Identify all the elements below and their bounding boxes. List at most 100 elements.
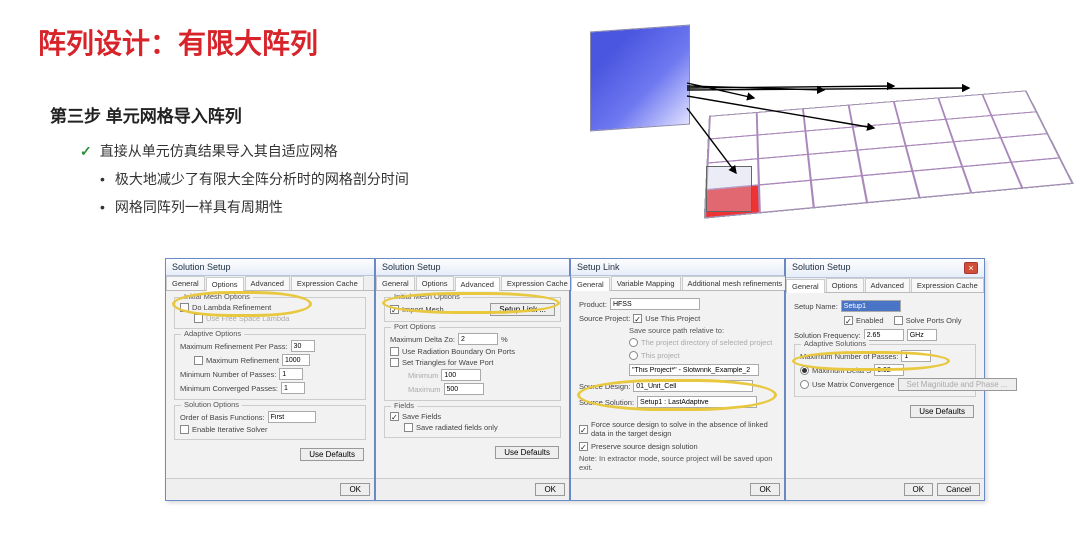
save-fields-label: Save Fields xyxy=(402,412,441,421)
tab-options[interactable]: Options xyxy=(206,277,244,291)
max-ref-label: Maximum Refinement Per Pass: xyxy=(180,342,288,351)
max-refinement-input[interactable] xyxy=(282,354,310,366)
use-defaults-button[interactable]: Use Defaults xyxy=(910,405,974,418)
rel-this-radio[interactable] xyxy=(629,351,638,360)
free-space-checkbox[interactable] xyxy=(194,314,203,323)
tab-general[interactable]: General xyxy=(571,277,610,291)
extractor-note: Note: In extractor mode, source project … xyxy=(579,454,776,472)
solve-ports-checkbox[interactable] xyxy=(894,316,903,325)
tab-general[interactable]: General xyxy=(376,276,415,290)
min-passes-input[interactable] xyxy=(279,368,303,380)
ok-button[interactable]: OK xyxy=(340,483,370,496)
rel-this-label: This project xyxy=(641,351,680,360)
tab-general[interactable]: General xyxy=(166,276,205,290)
max-delta-s-radio[interactable] xyxy=(800,366,809,375)
mesh-diagram xyxy=(574,28,1054,248)
do-lambda-checkbox[interactable] xyxy=(180,303,189,312)
use-defaults-button[interactable]: Use Defaults xyxy=(495,446,559,459)
product-select[interactable] xyxy=(610,298,700,310)
tab-exprcache[interactable]: Expression Cache xyxy=(291,276,364,290)
set-triangles-checkbox[interactable] xyxy=(390,358,399,367)
port-options-group: Port Options Maximum Delta Zo:% Use Radi… xyxy=(384,327,561,401)
set-mag-button: Set Magnitude and Phase ... xyxy=(898,378,1017,391)
sol-freq-unit[interactable] xyxy=(907,329,937,341)
tab-options[interactable]: Options xyxy=(416,276,454,290)
percent-label: % xyxy=(501,335,508,344)
src-design-label: Source Design: xyxy=(579,382,630,391)
setup-name-input[interactable] xyxy=(841,300,901,312)
save-rad-checkbox[interactable] xyxy=(404,423,413,432)
preserve-checkbox[interactable] xyxy=(579,442,588,451)
max-refinement-label: Maximum Refinement xyxy=(206,356,279,365)
max-refinement-checkbox[interactable] xyxy=(194,356,203,365)
set-triangles-label: Set Triangles for Wave Port xyxy=(402,358,493,367)
rad-boundary-checkbox[interactable] xyxy=(390,347,399,356)
use-matrix-radio[interactable] xyxy=(800,380,809,389)
ok-button[interactable]: OK xyxy=(904,483,934,496)
use-defaults-button[interactable]: Use Defaults xyxy=(300,448,364,461)
sol-freq-input[interactable] xyxy=(864,329,904,341)
tab-advanced[interactable]: Advanced xyxy=(865,278,910,292)
max-delta-zo-label: Maximum Delta Zo: xyxy=(390,335,455,344)
min-label: Minimum xyxy=(408,371,438,380)
iter-solver-checkbox[interactable] xyxy=(180,425,189,434)
tab-advanced[interactable]: Advanced xyxy=(245,276,290,290)
tab-bar: General Options Advanced Expression Cach… xyxy=(786,278,984,293)
dialog-title: Setup Link xyxy=(571,259,784,276)
import-mesh-checkbox[interactable] xyxy=(390,305,399,314)
tab-general[interactable]: General xyxy=(786,279,825,293)
ok-button[interactable]: OK xyxy=(535,483,565,496)
group-label: Adaptive Solutions xyxy=(801,339,869,348)
max-delta-s-label: Maximum Delta S xyxy=(812,366,871,375)
use-matrix-label: Use Matrix Convergence xyxy=(812,380,895,389)
tab-exprcache[interactable]: Expression Cache xyxy=(911,278,984,292)
src-design-select[interactable] xyxy=(633,380,753,392)
max-delta-s-input[interactable] xyxy=(874,364,904,376)
rel-dir-radio[interactable] xyxy=(629,338,638,347)
use-this-project-label: Use This Project xyxy=(645,314,700,323)
dialog-row: Solution Setup General Options Advanced … xyxy=(165,258,985,501)
use-this-project-checkbox[interactable] xyxy=(633,314,642,323)
tab-exprcache[interactable]: Expression Cache xyxy=(501,276,574,290)
solve-ports-label: Solve Ports Only xyxy=(906,316,962,325)
group-label: Port Options xyxy=(391,322,439,331)
group-label: Solution Options xyxy=(181,400,242,409)
max-ref-input[interactable] xyxy=(291,340,315,352)
max-input xyxy=(444,383,484,395)
iter-solver-label: Enable Iterative Solver xyxy=(192,425,267,434)
force-solve-checkbox[interactable] xyxy=(579,425,588,434)
min-passes-label: Minimum Number of Passes: xyxy=(180,370,276,379)
max-passes-label: Maximum Number of Passes: xyxy=(800,352,898,361)
enabled-label: Enabled xyxy=(856,316,884,325)
order-input[interactable] xyxy=(268,411,316,423)
ok-button[interactable]: OK xyxy=(750,483,780,496)
initial-mesh-options-group: Initial Mesh Options Import MeshSetup Li… xyxy=(384,297,561,322)
tab-additional-mesh[interactable]: Additional mesh refinements xyxy=(682,276,789,290)
dialog-solution-setup-general: Solution Setup× General Options Advanced… xyxy=(785,258,985,501)
tab-bar: General Variable Mapping Additional mesh… xyxy=(571,276,784,291)
dialog-title: Solution Setup xyxy=(376,259,569,276)
initial-mesh-options-group: Initial Mesh Options Do Lambda Refinemen… xyxy=(174,297,366,329)
dialog-title: Solution Setup xyxy=(166,259,374,276)
order-label: Order of Basis Functions: xyxy=(180,413,265,422)
rad-boundary-label: Use Radiation Boundary On Ports xyxy=(402,347,515,356)
tab-advanced[interactable]: Advanced xyxy=(455,277,500,291)
project-combo[interactable] xyxy=(629,364,759,376)
src-solution-label: Source Solution: xyxy=(579,398,634,407)
cancel-button[interactable]: Cancel xyxy=(937,483,980,496)
import-mesh-label: Import Mesh xyxy=(402,305,444,314)
max-label: Maximum xyxy=(408,385,441,394)
tab-options[interactable]: Options xyxy=(826,278,864,292)
save-rel-label: Save source path relative to: xyxy=(579,326,776,335)
max-passes-input[interactable] xyxy=(901,350,931,362)
force-solve-label: Force source design to solve in the abse… xyxy=(591,420,776,438)
save-fields-checkbox[interactable] xyxy=(390,412,399,421)
min-conv-input[interactable] xyxy=(281,382,305,394)
src-solution-select[interactable] xyxy=(637,396,757,408)
max-delta-zo-input[interactable] xyxy=(458,333,498,345)
setup-link-button[interactable]: Setup Link ... xyxy=(490,303,555,316)
enabled-checkbox[interactable] xyxy=(844,316,853,325)
close-icon[interactable]: × xyxy=(964,262,978,274)
adaptive-solutions-group: Adaptive Solutions Maximum Number of Pas… xyxy=(794,344,976,397)
tab-variable-mapping[interactable]: Variable Mapping xyxy=(611,276,681,290)
